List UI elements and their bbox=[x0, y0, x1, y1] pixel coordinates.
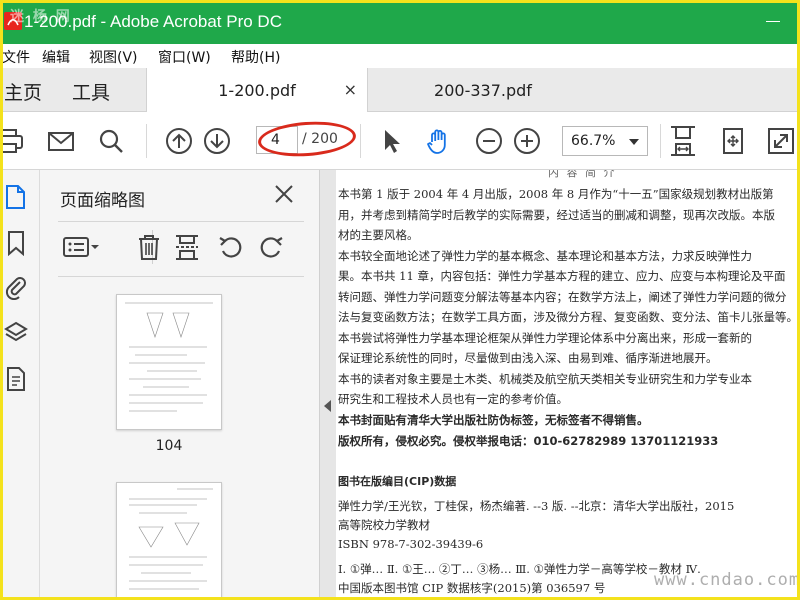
doc-line: 本书尝试将弹性力学基本理论框架从弹性力学理论体系中分离出来，形成一套新的 bbox=[338, 330, 752, 345]
tab-tools[interactable]: 工具 bbox=[72, 78, 110, 105]
doc-line: 果。本书共 11 章，内容包括：弹性力学基本方程的建立、应力、应变与本构理论及平… bbox=[338, 269, 786, 283]
thumbnail-page-label: 104 bbox=[155, 438, 183, 454]
email-icon[interactable] bbox=[46, 126, 76, 156]
title-bar: 迷 杨 网 1-200.pdf - Adobe Acrobat Pro DC bbox=[0, 0, 800, 44]
doc-notice-line: 版权所有，侵权必究。侵权举报电话：010-62782989 1370112193… bbox=[338, 433, 719, 448]
delete-icon[interactable] bbox=[134, 232, 164, 262]
rotate-right-icon[interactable] bbox=[256, 232, 286, 262]
tab-document-1[interactable]: 1-200.pdf × bbox=[146, 68, 368, 112]
panel-title: 页面缩略图 bbox=[60, 191, 145, 211]
close-icon[interactable] bbox=[272, 182, 296, 206]
toolbar-separator bbox=[660, 124, 661, 158]
collapse-left-arrow-icon bbox=[324, 400, 331, 412]
tab-home[interactable]: 主页 bbox=[4, 78, 42, 105]
tab-document-1-label: 1-200.pdf bbox=[218, 80, 296, 100]
menu-window[interactable]: 窗口(W) bbox=[158, 47, 211, 67]
doc-line: 研究生和工程技术人员也有一定的参考价值。 bbox=[338, 392, 568, 406]
document-properties-icon[interactable] bbox=[4, 366, 28, 392]
panel-collapse-toggle[interactable] bbox=[320, 170, 336, 600]
fit-width-icon[interactable] bbox=[718, 126, 748, 156]
page-thumbnail[interactable] bbox=[116, 294, 222, 430]
doc-line: 转问题、弹性力学问题变分解法等基本内容；在数学方法上，阐述了弹性力学问题的微分 bbox=[338, 289, 787, 304]
zoom-out-icon[interactable] bbox=[474, 126, 504, 156]
menu-bar: 文件 编辑 视图(V) 窗口(W) 帮助(H) bbox=[0, 44, 800, 68]
panel-divider bbox=[58, 221, 304, 222]
left-tool-strip bbox=[0, 170, 40, 600]
doc-line: 用，并考虑到精简学时后教学的实际需要，经过适当的删减和调整，现再次改版。本版 bbox=[338, 207, 775, 222]
toolbar: 4 / 200 66.7% bbox=[0, 112, 800, 170]
doc-line: 保证理论系统性的同时，尽量做到由浅入深、由易到难、循序渐进地展开。 bbox=[338, 351, 718, 365]
page-thumbnail[interactable] bbox=[116, 482, 222, 600]
tab-close-icon[interactable]: × bbox=[344, 80, 357, 99]
panel-divider bbox=[58, 276, 304, 277]
tab-bar: 主页 工具 1-200.pdf × 200-337.pdf bbox=[0, 68, 800, 112]
zoom-level-value: 66.7% bbox=[571, 133, 616, 149]
page-down-icon[interactable] bbox=[202, 126, 232, 156]
doc-line: 材的主要风格。 bbox=[338, 228, 419, 242]
menu-edit[interactable]: 编辑 bbox=[42, 47, 70, 67]
toolbar-separator bbox=[360, 124, 361, 158]
cip-line: 弹性力学/王光钦，丁桂保，杨杰编著. --3 版. --北京：清华大学出版社，2… bbox=[338, 499, 735, 513]
menu-view[interactable]: 视图(V) bbox=[89, 47, 138, 67]
toolbar-separator bbox=[146, 124, 147, 158]
doc-notice: 本书封面贴有清华大学出版社防伪标签，无标签者不得销售。 版权所有，侵权必究。侵权… bbox=[338, 410, 800, 451]
fit-page-icon[interactable] bbox=[668, 124, 698, 158]
options-icon[interactable] bbox=[62, 232, 102, 262]
thumbnail-page-content bbox=[125, 302, 213, 412]
chevron-down-icon bbox=[629, 139, 639, 145]
doc-intro: 本书第 1 版于 2004 年 4 月出版，2008 年 8 月作为“十一五”国… bbox=[338, 184, 800, 410]
cip-line: 高等院校力学教材 bbox=[338, 518, 430, 532]
bookmarks-icon[interactable] bbox=[4, 230, 28, 256]
rotate-left-icon[interactable] bbox=[216, 232, 246, 262]
minimize-button[interactable] bbox=[766, 21, 780, 22]
doc-line: 法与复变函数方法；在数学工具方面，涉及微分方程、复变函数、变分法、笛卡儿张量等。 bbox=[338, 310, 798, 324]
window-title: 1-200.pdf - Adobe Acrobat Pro DC bbox=[24, 12, 282, 31]
doc-line: 本书较全面地论述了弹性力学的基本概念、基本理论和基本方法，力求反映弹性力 bbox=[338, 248, 752, 263]
menu-help[interactable]: 帮助(H) bbox=[231, 47, 280, 67]
doc-heading: 内 容 简 介 bbox=[548, 170, 617, 179]
page-thumbnails-panel: 页面缩略图 104 bbox=[40, 170, 348, 600]
zoom-in-icon[interactable] bbox=[512, 126, 542, 156]
print-icon[interactable] bbox=[0, 126, 24, 156]
cip-title: 图书在版编目(CIP)数据 bbox=[338, 475, 457, 488]
search-icon[interactable] bbox=[96, 126, 126, 156]
doc-line: 本书的读者对象主要是土木类、机械类及航空航天类相关专业研究生和力学专业本 bbox=[338, 371, 752, 386]
doc-line: 本书第 1 版于 2004 年 4 月出版，2008 年 8 月作为“十一五”国… bbox=[338, 187, 774, 201]
fullscreen-icon[interactable] bbox=[766, 126, 796, 156]
tab-document-2[interactable]: 200-337.pdf bbox=[368, 68, 598, 112]
page-thumbnails-icon[interactable] bbox=[4, 184, 28, 210]
document-page: 内 容 简 介 本书第 1 版于 2004 年 4 月出版，2008 年 8 月… bbox=[336, 170, 800, 600]
layers-icon[interactable] bbox=[4, 320, 28, 346]
cip-line: ISBN 978-7-302-39439-6 bbox=[338, 537, 484, 551]
select-cursor-icon[interactable] bbox=[376, 126, 406, 156]
zoom-level-select[interactable]: 66.7% bbox=[562, 126, 648, 156]
thumbnail-page-content bbox=[129, 488, 213, 590]
tab-document-2-label: 200-337.pdf bbox=[434, 80, 532, 100]
doc-notice-line: 本书封面贴有清华大学出版社防伪标签，无标签者不得销售。 bbox=[338, 413, 649, 427]
site-watermark: www.cndao.com bbox=[654, 570, 800, 590]
menu-file[interactable]: 文件 bbox=[2, 47, 30, 67]
hand-tool-icon[interactable] bbox=[424, 126, 454, 156]
extract-icon[interactable] bbox=[172, 232, 202, 262]
attachments-icon[interactable] bbox=[4, 274, 28, 300]
page-up-icon[interactable] bbox=[164, 126, 194, 156]
